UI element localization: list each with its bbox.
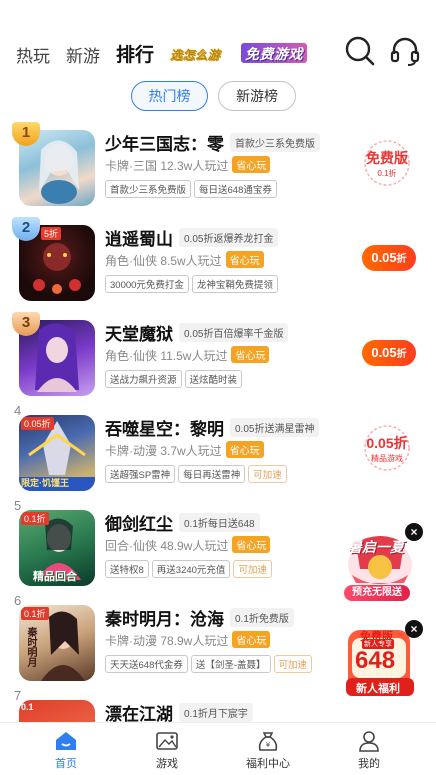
tag-list: 送特权8 再送3240元充值 可加速	[105, 560, 275, 578]
tab-promo-choose[interactable]: 选怎么游	[170, 46, 220, 66]
bottom-nav-home[interactable]: 首页	[26, 729, 106, 771]
game-thumbnail: 0.1	[19, 700, 95, 722]
game-meta: 卡牌·动漫 78.9w人玩过 省心玩	[105, 631, 271, 649]
tab-free-games[interactable]: 免费游戏	[241, 43, 307, 63]
profile-icon	[359, 731, 379, 752]
tag: 送【剑圣-盖聂】	[190, 655, 271, 673]
home-icon	[56, 732, 76, 750]
game-meta: 卡牌·动漫 3.7w人玩过 省心玩	[105, 441, 264, 459]
game-title: 秦时明月：沧海 0.1折免费版	[105, 605, 294, 630]
savings-badge: 省心玩	[232, 156, 271, 173]
title-tag: 0.1折免费版	[230, 608, 294, 627]
ad-amount: 648	[355, 647, 396, 674]
rank-number: 7	[14, 688, 22, 703]
tab-new[interactable]: 新游	[66, 42, 100, 67]
tab-ranking[interactable]: 排行	[116, 40, 154, 67]
list-item[interactable]: 4 0.05折 限定·饥馑王 吞噬星空：黎明 0.05折送满星雷神 卡牌·动漫 3…	[0, 403, 436, 498]
thumb-discount-badge: 5折	[41, 227, 62, 240]
title-tag: 首款少三系免费版	[230, 133, 320, 152]
tag: 送特权8	[105, 560, 149, 578]
tag-list: 30000元免费打金 龙神宝鞘免费提领	[105, 275, 281, 293]
free-version-stamp[interactable]: 免费版 0.1折	[356, 138, 418, 188]
savings-badge: 省心玩	[225, 251, 264, 268]
tag-accelerate: 可加速	[233, 560, 272, 578]
rank-number: 4	[14, 403, 22, 418]
savings-badge: 省心玩	[225, 441, 264, 458]
thumb-caption: 限定·饥馑王	[21, 478, 69, 488]
game-title: 逍遥蜀山 0.05折返爆养龙打金	[105, 225, 279, 250]
game-meta: 角色·仙侠 8.5w人玩过 省心玩	[105, 251, 264, 269]
game-thumbnail: 0.1折 精品回合	[19, 510, 95, 586]
thumb-discount-badge: 0.05折	[21, 417, 54, 430]
thumb-discount-badge: 0.1折	[21, 512, 49, 525]
game-meta: 卡牌·三国 12.3w人玩过 省心玩	[105, 156, 271, 174]
tag: 龙神宝鞘免费提领	[191, 275, 278, 293]
tag-list: 首款少三系免费版 每日送648通宝券	[105, 180, 280, 198]
title-tag: 0.05折返爆养龙打金	[179, 228, 279, 247]
bottom-nav-welfare[interactable]: ¥ 福利中心	[228, 729, 308, 771]
game-title: 天堂魔狱 0.05折百倍爆率千金版	[105, 320, 289, 345]
tag: 首款少三系免费版	[105, 180, 192, 198]
thumb-caption: 秦时明月	[25, 627, 36, 667]
tab-hot[interactable]: 热玩	[16, 42, 50, 67]
title-tag: 0.1折月下宸宇	[179, 703, 253, 722]
game-meta: 角色·仙侠 11.5w人玩过 省心玩	[105, 346, 270, 364]
thumb-discount-badge: 0.1	[21, 702, 34, 712]
bottom-nav-profile[interactable]: 我的	[329, 729, 409, 771]
title-tag: 0.05折送满星雷神	[230, 418, 320, 437]
bottom-nav: 首页 游戏 ¥ 福利中心 我的	[0, 722, 436, 775]
rank-number: 5	[14, 498, 22, 513]
game-title: 少年三国志：零 首款少三系免费版	[105, 130, 320, 155]
close-icon[interactable]: ×	[405, 523, 423, 541]
tag: 每日送648通宝券	[194, 180, 277, 198]
list-item[interactable]: 1 少年三国志：零 首款少三系免费版 卡牌·三国 12.3w人玩过 省心玩 首款少三…	[0, 118, 436, 213]
tag: 天天送648代金券	[105, 655, 188, 673]
segment-hot-list[interactable]: 热门榜	[131, 81, 208, 111]
game-title: 吞噬星空：黎明 0.05折送满星雷神	[105, 415, 320, 440]
ad-title: 暑启一夏	[348, 539, 404, 555]
thumb-discount-badge: 0.1折	[21, 607, 49, 620]
tag-list: 天天送648代金券 送【剑圣-盖聂】 可加速	[105, 655, 315, 673]
thumb-caption: 精品回合	[33, 571, 77, 583]
tag: 送战力飙升资源	[105, 370, 182, 388]
headset-icon[interactable]	[388, 34, 422, 68]
game-meta: 回合·仙侠 48.9w人玩过 省心玩	[105, 536, 271, 554]
close-icon[interactable]: ×	[405, 620, 423, 638]
game-thumbnail: 0.1折 秦时明月	[19, 605, 95, 681]
savings-badge: 省心玩	[232, 536, 271, 553]
tag: 送炫酷时装	[184, 370, 243, 388]
title-tag: 0.05折百倍爆率千金版	[179, 323, 289, 342]
tag: 每日再送雷神	[178, 465, 246, 483]
top-nav: 热玩 新游 排行 选怎么游 免费游戏	[0, 30, 436, 74]
list-item[interactable]: 2 5折 逍遥蜀山 0.05折返爆养龙打金 角色·仙侠 8.5w人玩过 省心玩 30…	[0, 213, 436, 308]
price-button[interactable]: 0.05折	[362, 340, 416, 366]
game-image-icon	[156, 732, 178, 750]
list-item[interactable]: 3 天堂魔狱 0.05折百倍爆率千金版 角色·仙侠 11.5w人玩过 省心玩 送战力…	[0, 308, 436, 403]
tag: 再送3240元充值	[151, 560, 231, 578]
segment-new-list[interactable]: 新游榜	[218, 81, 296, 111]
game-title: 御剑红尘 0.1折每日送648	[105, 510, 260, 535]
tag-list: 送超强SP雷神 每日再送雷神 可加速	[105, 465, 290, 483]
tag: 送超强SP雷神	[105, 465, 176, 483]
title-tag: 0.1折每日送648	[179, 513, 260, 532]
ad-cta-button[interactable]: 预充无限送	[344, 585, 410, 601]
bottom-nav-games[interactable]: 游戏	[127, 729, 207, 771]
floating-ad-summer[interactable]: 暑启一夏 预充无限送 ×	[340, 523, 430, 603]
tag-accelerate: 可加速	[248, 465, 287, 483]
tag-list: 送战力飙升资源 送炫酷时装	[105, 370, 245, 388]
tag: 30000元免费打金	[105, 275, 189, 293]
rank-number: 6	[14, 593, 22, 608]
floating-ad-newbie[interactable]: 免费版 新人专享 648 新人福利 ×	[340, 620, 430, 702]
search-icon[interactable]	[343, 34, 377, 68]
savings-badge: 省心玩	[231, 346, 270, 363]
discount-stamp[interactable]: 0.05折 精品游戏	[356, 423, 418, 473]
game-thumbnail: 0.05折 限定·饥馑王	[19, 415, 95, 491]
tag-accelerate: 可加速	[273, 655, 313, 673]
svg-text:¥: ¥	[266, 741, 271, 749]
game-title: 漂在江湖 0.1折月下宸宇	[105, 700, 253, 722]
gift-bag-icon: ¥	[258, 732, 278, 751]
ad-caption: 新人福利	[356, 683, 400, 695]
price-button[interactable]: 0.05折	[362, 245, 416, 271]
savings-badge: 省心玩	[232, 631, 271, 648]
